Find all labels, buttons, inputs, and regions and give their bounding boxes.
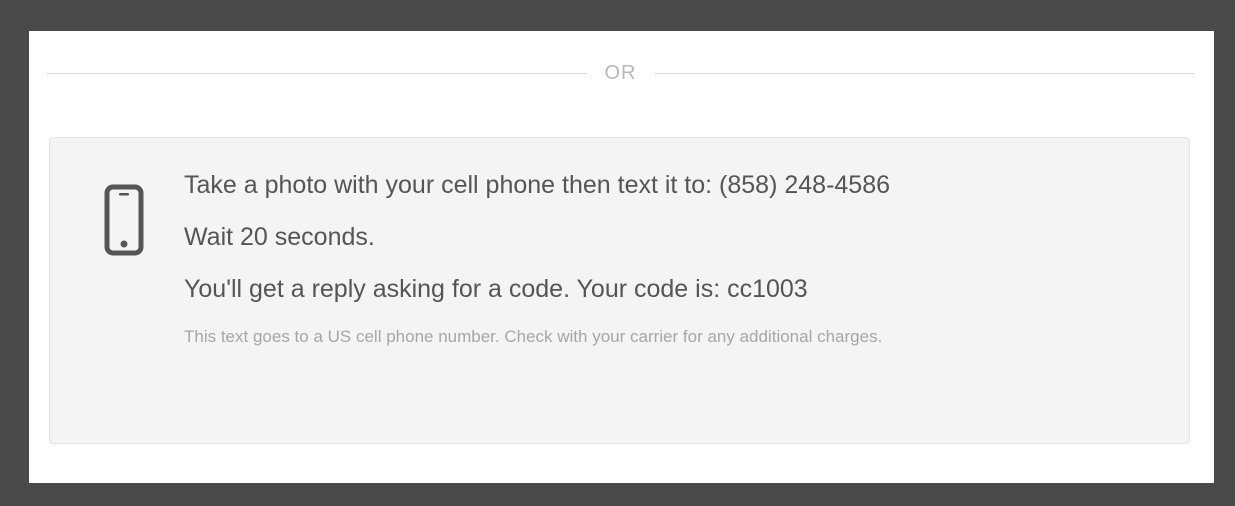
sms-upload-card: Take a photo with your cell phone then t… <box>49 137 1190 444</box>
or-divider: OR <box>47 61 1194 85</box>
divider-line-right <box>654 72 1194 74</box>
or-label: OR <box>604 61 637 84</box>
phone-icon <box>104 184 144 256</box>
instruction-text-code: You'll get a reply asking for a code. Yo… <box>184 275 808 303</box>
carrier-charges-note: This text goes to a US cell phone number… <box>184 327 883 346</box>
instruction-text-wait: Wait 20 seconds. <box>184 223 375 251</box>
upload-panel: OR Take a photo with your cell phone the… <box>29 31 1214 483</box>
divider-line-left <box>47 72 587 74</box>
instruction-text-phone: Take a photo with your cell phone then t… <box>184 171 891 199</box>
sms-instructions: Take a photo with your cell phone then t… <box>184 168 1144 351</box>
